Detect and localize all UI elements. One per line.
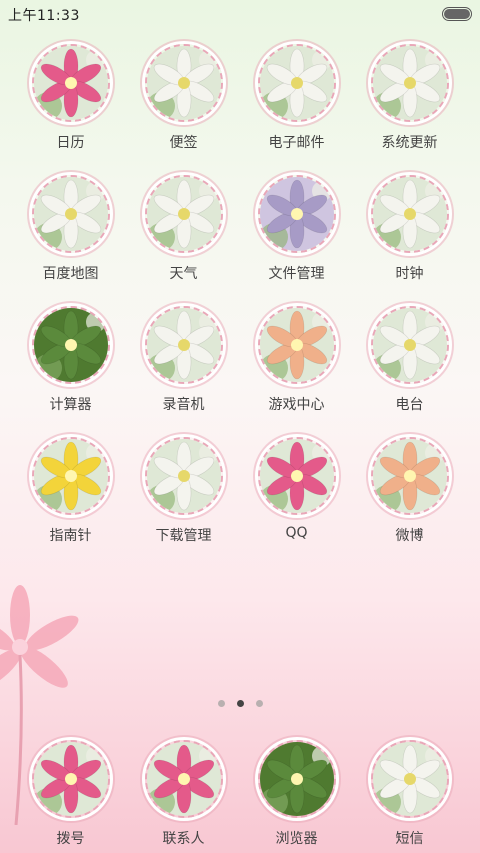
- app-label: 计算器: [49, 397, 92, 413]
- status-bar: 上午11:33: [0, 0, 480, 28]
- app-calculator[interactable]: 计算器: [14, 306, 127, 437]
- app-calendar[interactable]: 日历: [14, 44, 127, 175]
- file-manager-icon[interactable]: [257, 175, 336, 253]
- app-label: 时钟: [395, 266, 424, 282]
- page-dot[interactable]: [236, 700, 244, 707]
- app-qq[interactable]: QQ: [240, 437, 353, 568]
- baidu-map-icon[interactable]: [31, 175, 110, 253]
- app-compass[interactable]: 指南针: [14, 437, 127, 568]
- app-label: 游戏中心: [268, 397, 325, 413]
- app-system-update[interactable]: 系统更新: [353, 44, 466, 175]
- notes-icon[interactable]: [144, 44, 223, 122]
- compass-icon[interactable]: [31, 437, 110, 515]
- app-row: 日历 便签 电子邮件 系统更新: [14, 44, 466, 175]
- app-label: 电子邮件: [268, 135, 325, 151]
- clock-icon[interactable]: [370, 175, 449, 253]
- app-label: 下载管理: [155, 528, 212, 544]
- app-row: 百度地图 天气 文件管理 时钟: [14, 175, 466, 306]
- email-icon[interactable]: [257, 44, 336, 122]
- app-download-manager[interactable]: 下载管理: [127, 437, 240, 568]
- app-weibo[interactable]: 微博: [353, 437, 466, 568]
- app-notes[interactable]: 便签: [127, 44, 240, 175]
- app-label: 指南针: [49, 528, 92, 544]
- app-clock[interactable]: 时钟: [353, 175, 466, 306]
- app-label: 文件管理: [268, 266, 325, 282]
- contacts-icon[interactable]: [144, 740, 223, 818]
- battery-icon: [442, 7, 472, 21]
- dock: 拨号 联系人 浏览器 短信: [14, 740, 466, 848]
- weather-icon[interactable]: [144, 175, 223, 253]
- sms-icon[interactable]: [370, 740, 449, 818]
- app-label: 百度地图: [42, 266, 99, 282]
- radio-icon[interactable]: [370, 306, 449, 384]
- page-dot[interactable]: [217, 700, 225, 707]
- app-label: 天气: [169, 266, 198, 282]
- app-sms[interactable]: 短信: [353, 740, 466, 848]
- weibo-icon[interactable]: [370, 437, 449, 515]
- system-update-icon[interactable]: [370, 44, 449, 122]
- recorder-icon[interactable]: [144, 306, 223, 384]
- app-baidu-map[interactable]: 百度地图: [14, 175, 127, 306]
- dialer-icon[interactable]: [31, 740, 110, 818]
- page-indicator: [0, 700, 480, 707]
- app-game-center[interactable]: 游戏中心: [240, 306, 353, 437]
- calendar-icon[interactable]: [31, 44, 110, 122]
- app-label: 拨号: [56, 831, 85, 847]
- browser-icon[interactable]: [257, 740, 336, 818]
- app-file-manager[interactable]: 文件管理: [240, 175, 353, 306]
- app-label: 联系人: [162, 831, 205, 847]
- page-dot[interactable]: [255, 700, 263, 707]
- app-row: 计算器 录音机 游戏中心 电台: [14, 306, 466, 437]
- app-label: 短信: [395, 831, 424, 847]
- app-label: 日历: [56, 135, 85, 151]
- calculator-icon[interactable]: [31, 306, 110, 384]
- app-weather[interactable]: 天气: [127, 175, 240, 306]
- status-time: 上午11:33: [8, 8, 80, 24]
- app-row: 指南针 下载管理 QQ 微博: [14, 437, 466, 568]
- app-label: 浏览器: [275, 831, 318, 847]
- app-label: 微博: [395, 528, 424, 544]
- app-radio[interactable]: 电台: [353, 306, 466, 437]
- app-contacts[interactable]: 联系人: [127, 740, 240, 848]
- qq-icon[interactable]: [257, 437, 336, 515]
- app-grid: 日历 便签 电子邮件 系统更新百度地图 天气 文件管理 时钟计算器 录音机 游戏中心 电台指南针 下…: [14, 44, 466, 568]
- app-label: 系统更新: [381, 135, 438, 151]
- app-label: 录音机: [162, 397, 205, 413]
- app-label: 便签: [169, 135, 198, 151]
- app-dialer[interactable]: 拨号: [14, 740, 127, 848]
- app-label: 电台: [395, 397, 424, 413]
- app-recorder[interactable]: 录音机: [127, 306, 240, 437]
- app-email[interactable]: 电子邮件: [240, 44, 353, 175]
- download-manager-icon[interactable]: [144, 437, 223, 515]
- app-label: QQ: [285, 525, 308, 541]
- game-center-icon[interactable]: [257, 306, 336, 384]
- app-browser[interactable]: 浏览器: [240, 740, 353, 848]
